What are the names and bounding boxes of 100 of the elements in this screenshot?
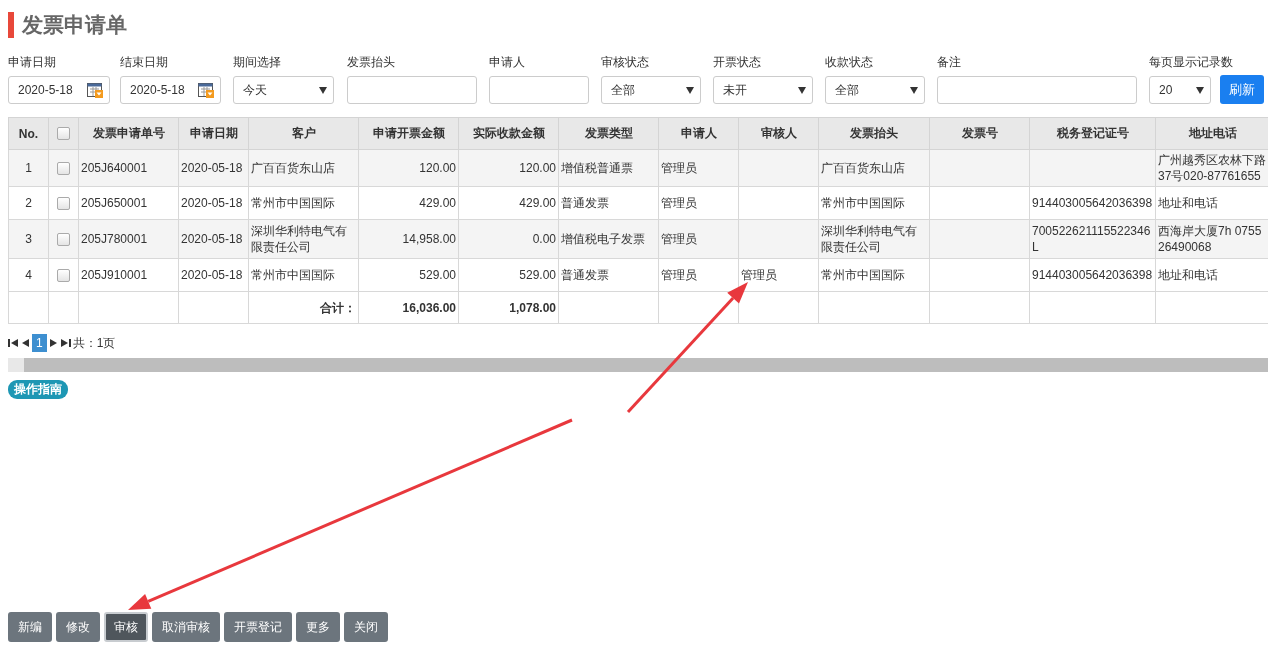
table-cell: 16,036.00 (358, 291, 459, 324)
select-field[interactable]: 全部 (825, 76, 925, 104)
table-cell: 2020-05-18 (178, 258, 249, 292)
column-header: 地址电话 (1155, 117, 1268, 150)
filter-label: 申请人 (489, 54, 525, 70)
table-cell: 120.00 (458, 149, 559, 187)
action-button[interactable]: 更多 (296, 612, 340, 642)
title-accent-bar (8, 12, 14, 38)
table-cell: 2020-05-18 (178, 149, 249, 187)
table-cell: 深圳华利特电气有限责任公司 (248, 219, 359, 259)
table-cell: 120.00 (358, 149, 459, 187)
table-cell: 广百百货东山店 (818, 149, 930, 187)
table-cell: 深圳华利特电气有限责任公司 (818, 219, 930, 259)
filter-label: 发票抬头 (347, 54, 395, 70)
column-header: 申请开票金额 (358, 117, 459, 150)
calendar-icon[interactable] (198, 82, 214, 98)
filter-label: 结束日期 (120, 54, 168, 70)
table-cell: 529.00 (458, 258, 559, 292)
last-page-icon[interactable] (60, 338, 71, 348)
checkbox[interactable] (57, 196, 70, 210)
table-cell: 管理员 (658, 186, 739, 220)
refresh-button[interactable]: 刷新 (1220, 75, 1264, 104)
table-cell: 205J910001 (78, 258, 179, 292)
checkbox[interactable] (57, 161, 70, 175)
table-cell: 205J780001 (78, 219, 179, 259)
date-field[interactable]: 2020-5-18 (120, 76, 221, 104)
action-button[interactable]: 修改 (56, 612, 100, 642)
action-button[interactable]: 开票登记 (224, 612, 292, 642)
column-header: 申请日期 (178, 117, 249, 150)
page-total: 共：1页 (72, 334, 116, 352)
select-field[interactable]: 全部 (601, 76, 701, 104)
table-cell: 2020-05-18 (178, 219, 249, 259)
table-cell: 普通发票 (558, 186, 659, 220)
table-cell: 常州市中国国际 (248, 258, 359, 292)
guide-badge[interactable]: 操作指南 (8, 380, 68, 399)
table-cell: 914403005642036398 (1029, 186, 1156, 220)
action-button[interactable]: 审核 (104, 612, 148, 642)
table-cell: 4 (8, 258, 49, 292)
table-cell: 常州市中国国际 (818, 258, 930, 292)
first-page-icon[interactable] (8, 338, 18, 348)
calendar-icon[interactable] (87, 82, 103, 98)
select-field[interactable]: 20 (1149, 76, 1211, 104)
table-cell: 管理员 (658, 149, 739, 187)
table-cell: 常州市中国国际 (248, 186, 359, 220)
table-cell: 2 (8, 186, 49, 220)
filter-label: 申请日期 (8, 54, 56, 70)
table-cell: 205J640001 (78, 149, 179, 187)
text-field[interactable] (489, 76, 589, 104)
action-button[interactable]: 关闭 (344, 612, 388, 642)
checkbox[interactable] (57, 127, 70, 140)
column-header: 客户 (248, 117, 359, 150)
filter-label: 期间选择 (233, 54, 281, 70)
column-header: 发票类型 (558, 117, 659, 150)
select-field[interactable]: 未开 (713, 76, 813, 104)
page-title: 发票申请单 (22, 12, 127, 38)
dropdown-caret-icon (319, 86, 327, 94)
checkbox[interactable] (57, 268, 70, 282)
dropdown-caret-icon (686, 86, 694, 94)
text-field[interactable] (347, 76, 477, 104)
filter-label: 每页显示记录数 (1149, 54, 1233, 70)
text-field[interactable] (937, 76, 1137, 104)
table-cell: 1,078.00 (458, 291, 559, 324)
table-cell: 1 (8, 149, 49, 187)
table-cell: 529.00 (358, 258, 459, 292)
filter-label: 备注 (937, 54, 961, 70)
table-cell: 常州市中国国际 (818, 186, 930, 220)
table-cell: 合计： (248, 291, 359, 324)
select-field[interactable]: 今天 (233, 76, 334, 104)
column-header: 发票抬头 (818, 117, 930, 150)
dropdown-caret-icon (798, 86, 806, 94)
table-cell: 普通发票 (558, 258, 659, 292)
table-cell: 增值税电子发票 (558, 219, 659, 259)
table-cell: 2020-05-18 (178, 186, 249, 220)
date-field[interactable]: 2020-5-18 (8, 76, 110, 104)
table-cell: 205J650001 (78, 186, 179, 220)
next-page-icon[interactable] (48, 338, 59, 348)
dropdown-caret-icon (910, 86, 918, 94)
column-header: 审核人 (738, 117, 819, 150)
table-cell: 429.00 (358, 186, 459, 220)
table-cell: 增值税普通票 (558, 149, 659, 187)
filter-label: 收款状态 (825, 54, 873, 70)
table-cell: 3 (8, 219, 49, 259)
table-cell: 14,958.00 (358, 219, 459, 259)
table-cell: 429.00 (458, 186, 559, 220)
action-button[interactable]: 新编 (8, 612, 52, 642)
table-cell: 广百百货东山店 (248, 149, 359, 187)
page-number[interactable]: 1 (32, 334, 47, 352)
dropdown-caret-icon (1196, 86, 1204, 94)
previous-page-icon[interactable] (20, 338, 30, 348)
table-cell: 管理员 (658, 219, 739, 259)
column-header: 税务登记证号 (1029, 117, 1156, 150)
filter-label: 开票状态 (713, 54, 761, 70)
table-cell: 914403005642036398 (1029, 258, 1156, 292)
column-header: 申请人 (658, 117, 739, 150)
column-header: 实际收款金额 (458, 117, 559, 150)
checkbox[interactable] (57, 232, 70, 246)
column-header: 发票号 (929, 117, 1030, 150)
column-header: No. (8, 117, 49, 150)
action-button[interactable]: 取消审核 (152, 612, 220, 642)
table-cell: 700522621115522346L (1029, 219, 1156, 259)
